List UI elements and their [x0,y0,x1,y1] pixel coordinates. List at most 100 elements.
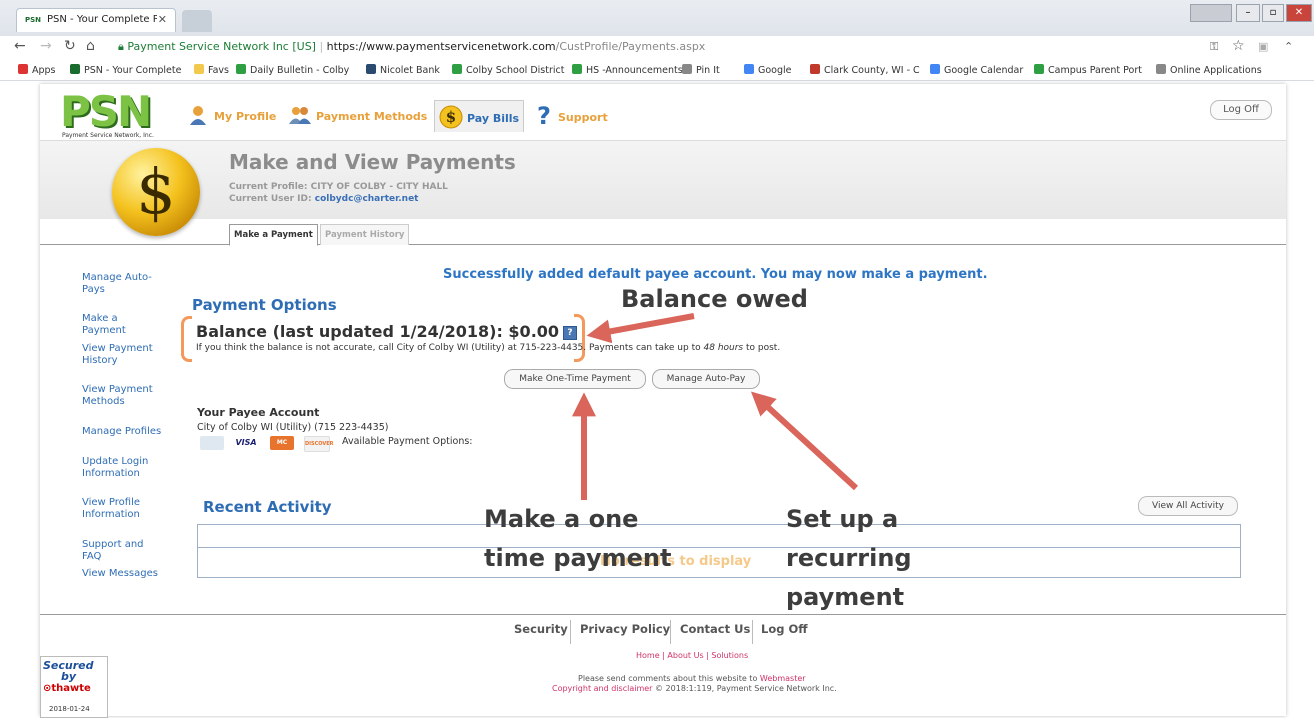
payment-options-title: Payment Options [192,296,337,314]
bookmark-item[interactable]: Nicolet Bank [366,64,440,76]
star-icon[interactable]: ☆ [1232,38,1245,54]
help-icon[interactable]: ? [563,326,578,340]
home-icon[interactable]: ⌂ [86,38,95,54]
sidebar-item-view-payment-history[interactable]: View Payment History [82,343,162,367]
logo-text: PSN [60,87,152,136]
close-window-icon[interactable]: ✕ [1286,4,1312,22]
forward-icon[interactable]: → [40,38,52,54]
tab-make-a-payment[interactable]: Make a Payment [229,224,318,246]
webmaster-link[interactable]: Webmaster [760,674,806,683]
activity-table-header [197,524,1241,548]
footer-separator [752,620,753,644]
balance-text: Balance (last updated 1/24/2018): $0.00? [196,322,578,341]
bookmark-item[interactable]: Favs [194,64,229,76]
psn-logo[interactable]: PSN Payment Service Network, Inc. [60,87,168,142]
annotation-one-time-2: time payment [484,544,672,572]
bookmark-label: Clark County, WI - C [824,65,920,76]
thawte-seal[interactable]: Secured by ⊙thawte 2018-01-24 [40,656,108,718]
bookmark-item[interactable]: Apps [18,64,56,76]
bookmark-item[interactable]: Campus Parent Port [1034,64,1142,76]
comments-line: Please send comments about this website … [578,674,806,683]
bookmark-item[interactable]: Clark County, WI - C [810,64,920,76]
bookmark-label: Favs [208,65,229,76]
balance-value: Balance (last updated 1/24/2018): $0.00 [196,322,560,341]
bookmark-label: Apps [32,65,56,76]
mastercard-icon: MC [270,436,294,450]
header-band [40,140,1286,219]
bookmark-item[interactable]: Online Applications [1156,64,1262,76]
bookmark-item[interactable]: Pin It [682,64,720,76]
comments-text: Please send comments about this website … [578,674,758,683]
discover-icon: DISCOVER [304,436,334,452]
footer-divider [40,614,1286,615]
footer-link-security[interactable]: Security [514,622,568,636]
sidebar-item-make-a-payment[interactable]: Make a Payment [82,313,162,337]
sidebar-item-view-payment-methods[interactable]: View Payment Methods [82,384,162,408]
psn-page: PSN Payment Service Network, Inc. My Pro… [40,84,1286,718]
balance-note-text: If you think the balance is not accurate… [196,343,701,353]
bookmark-label: Colby School District [466,65,565,76]
view-all-activity-button[interactable]: View All Activity [1138,496,1238,516]
make-one-time-payment-button[interactable]: Make One-Time Payment [504,369,646,389]
url-path: /CustProfile/Payments.aspx [555,40,706,53]
maximize-icon[interactable]: ▫ [1262,4,1284,22]
dollar-coin-icon: $ [439,105,463,132]
footer-link-logoff[interactable]: Log Off [761,622,808,636]
c-icon [452,64,462,74]
secure-label: Payment Service Network Inc [US] [127,40,316,53]
bookmark-item[interactable]: HS -Announcements [572,64,683,76]
seal-brand: thawte [51,683,91,694]
address-bar[interactable]: 🔒︎ Payment Service Network Inc [US] | ht… [118,40,705,54]
close-tab-icon[interactable]: ✕ [158,13,167,26]
apps-icon [18,64,28,74]
psn-favicon [70,64,80,74]
current-profile: Current Profile: CITY OF COLBY - CITY HA… [229,182,448,192]
new-tab-button[interactable] [182,10,212,32]
key-icon[interactable]: ⚿ [1210,40,1218,54]
footer-small-links[interactable]: Home | About Us | Solutions [636,651,748,660]
nav-payment-methods[interactable]: Payment Methods [288,104,427,132]
visa-icon: VISA [235,438,257,447]
sidebar-item-manage-profiles[interactable]: Manage Profiles [82,426,162,438]
sidebar-item-view-messages[interactable]: View Messages [82,568,162,580]
copyright-text: © 2018:1:119, Payment Service Network In… [655,684,837,693]
calendar-icon [930,64,940,74]
browser-title-bar: PSN PSN - Your Complete P... ✕ – ▫ ✕ [0,0,1314,36]
sidebar-item-support-faq[interactable]: Support and FAQ [82,539,162,563]
sidebar-item-manage-auto-pays[interactable]: Manage Auto-Pays [82,272,162,296]
bookmark-item[interactable]: Google [744,64,792,76]
menu-icon[interactable]: ⌃ [1284,40,1293,53]
dollar-coin-icon: $ [112,148,200,236]
people-icon [288,104,312,129]
browser-tab-active[interactable]: PSN PSN - Your Complete P... ✕ [16,8,176,32]
sidebar-item-update-login[interactable]: Update Login Information [82,456,162,480]
thawte-logo: ⊙thawte [43,683,91,694]
back-icon[interactable]: ← [14,38,26,54]
apps-arrow-icon [1156,64,1166,74]
nav-support[interactable]: ? Support [534,102,608,132]
bookmark-item[interactable]: Google Calendar [930,64,1023,76]
highlight-bracket-left [181,316,192,362]
bookmark-item[interactable]: Daily Bulletin - Colby [236,64,349,76]
balance-note: If you think the balance is not accurate… [196,343,780,353]
profile-button[interactable] [1190,4,1232,22]
extension-icon[interactable]: ▣ [1258,40,1268,53]
manage-auto-pay-button[interactable]: Manage Auto-Pay [652,369,760,389]
page-icon [682,64,692,74]
annotation-recurring-3: payment [786,583,905,611]
bookmark-label: Pin It [696,65,720,76]
bookmark-item[interactable]: PSN - Your Complete [70,64,181,76]
logoff-button[interactable]: Log Off [1210,100,1272,120]
copyright-link[interactable]: Copyright and disclaimer [552,684,652,693]
lock-icon: 🔒︎ [118,40,124,53]
svg-text:$: $ [446,108,456,126]
nav-pay-bills[interactable]: $ Pay Bills [434,100,525,132]
footer-link-contact[interactable]: Contact Us [680,622,750,636]
sidebar-item-view-profile[interactable]: View Profile Information [82,497,162,521]
minimize-icon[interactable]: – [1236,4,1260,22]
nav-my-profile[interactable]: My Profile [188,104,276,132]
reload-icon[interactable]: ↻ [64,38,76,54]
footer-link-privacy[interactable]: Privacy Policy [580,622,670,636]
tab-payment-history[interactable]: Payment History [320,224,410,245]
bookmark-item[interactable]: Colby School District [452,64,564,76]
